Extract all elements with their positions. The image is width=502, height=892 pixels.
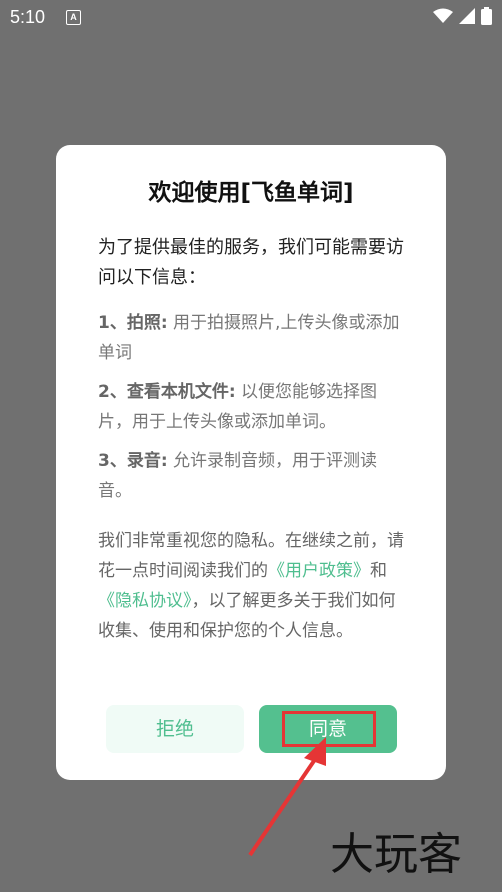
- annotation-arrow: [248, 737, 326, 857]
- watermark: 大玩客: [330, 829, 462, 880]
